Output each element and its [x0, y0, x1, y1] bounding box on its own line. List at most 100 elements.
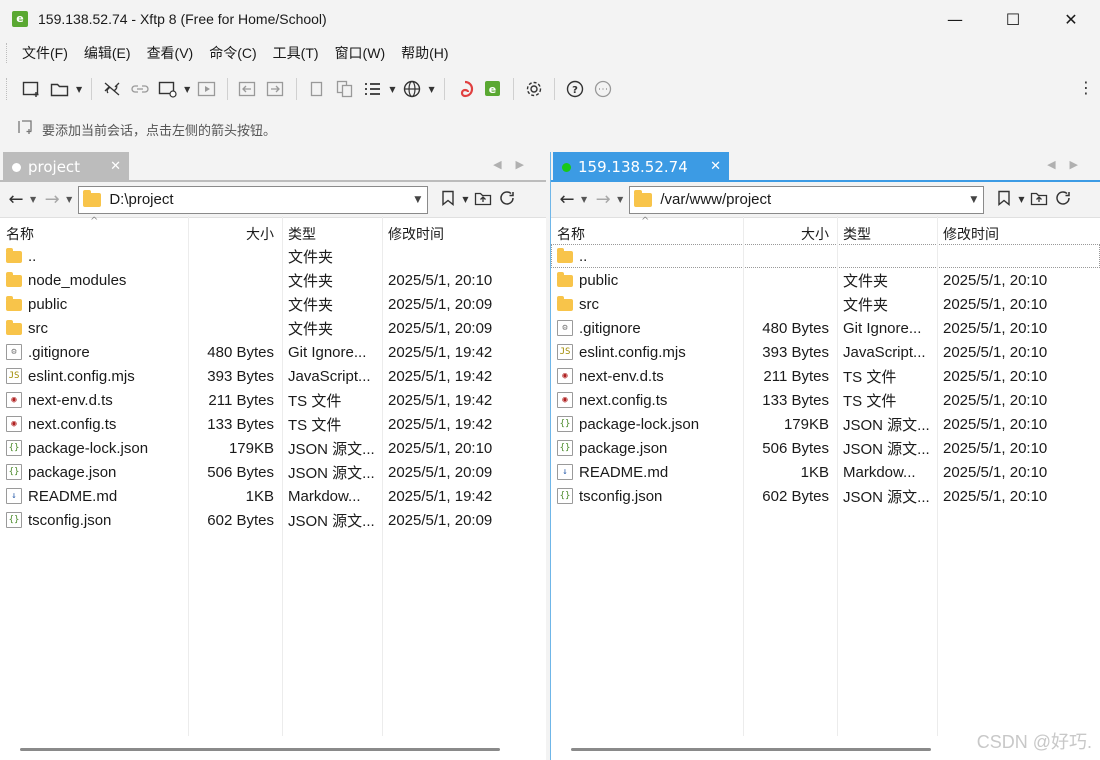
file-row[interactable]: public 文件夹 2025/5/1, 20:09: [0, 292, 546, 316]
chevron-down-icon[interactable]: ▼: [1018, 195, 1024, 204]
file-row[interactable]: ◉ next-env.d.ts 211 Bytes TS 文件 2025/5/1, 20…: [551, 364, 1100, 388]
help-icon[interactable]: ?: [564, 76, 586, 102]
menu-view[interactable]: 查看(V): [139, 43, 202, 63]
menu-command[interactable]: 命令(C): [201, 43, 264, 63]
remote-horizontal-scrollbar[interactable]: [571, 746, 931, 752]
parent-folder-icon[interactable]: [1027, 190, 1051, 210]
play-icon[interactable]: [196, 76, 218, 102]
screen-icon[interactable]: [157, 76, 179, 102]
file-size: [188, 292, 282, 316]
reconnect-icon[interactable]: [129, 76, 151, 102]
back-icon[interactable]: ←: [557, 189, 577, 210]
file-row[interactable]: JS eslint.config.mjs 393 Bytes JavaScript..…: [551, 340, 1100, 364]
more-options-icon[interactable]: ⋮: [1078, 78, 1094, 97]
column-modified[interactable]: 修改时间: [382, 224, 542, 244]
file-row[interactable]: ◉ next.config.ts 133 Bytes TS 文件 2025/5/1, 1…: [0, 412, 546, 436]
forward-icon[interactable]: →: [593, 189, 613, 210]
local-horizontal-scrollbar[interactable]: [20, 746, 500, 752]
column-name[interactable]: 名称: [551, 224, 743, 244]
file-row[interactable]: {} tsconfig.json 602 Bytes JSON 源文... 2025/5…: [0, 508, 546, 532]
chevron-down-icon[interactable]: ▼: [389, 85, 395, 94]
file-row[interactable]: ⚙ .gitignore 480 Bytes Git Ignore... 2025/5/…: [551, 316, 1100, 340]
chevron-down-icon[interactable]: ▼: [184, 85, 190, 94]
menu-window[interactable]: 窗口(W): [327, 43, 394, 63]
gear-icon[interactable]: [523, 76, 545, 102]
refresh-icon[interactable]: [495, 190, 519, 210]
chat-icon[interactable]: [592, 76, 614, 102]
paste-icon[interactable]: [334, 76, 356, 102]
file-row[interactable]: .. 文件夹: [0, 244, 546, 268]
file-type: JavaScript...: [843, 343, 926, 361]
file-row[interactable]: JS eslint.config.mjs 393 Bytes JavaScript..…: [0, 364, 546, 388]
scrollbar-thumb[interactable]: [571, 748, 931, 751]
globe-icon[interactable]: [401, 76, 423, 102]
file-row[interactable]: ↓ README.md 1KB Markdow... 2025/5/1, 20:10: [551, 460, 1100, 484]
file-row[interactable]: ⚙ .gitignore 480 Bytes Git Ignore... 2025/5/…: [0, 340, 546, 364]
column-type[interactable]: 类型: [837, 224, 937, 244]
file-row[interactable]: {} package-lock.json 179KB JSON 源文... 2025/5…: [551, 412, 1100, 436]
column-type[interactable]: 类型: [282, 224, 382, 244]
file-row[interactable]: ◉ next.config.ts 133 Bytes TS 文件 2025/5/1, 2…: [551, 388, 1100, 412]
forward-icon[interactable]: →: [42, 189, 62, 210]
file-row[interactable]: src 文件夹 2025/5/1, 20:10: [551, 292, 1100, 316]
menu-tools[interactable]: 工具(T): [265, 43, 327, 63]
transfer-left-icon[interactable]: [237, 76, 259, 102]
file-row[interactable]: {} package.json 506 Bytes JSON 源文... 2025/5/…: [0, 460, 546, 484]
local-file-list[interactable]: 名称 大小 类型 修改时间 ^ .. 文件夹 node_modules 文件夹 2025…: [0, 216, 546, 532]
column-size[interactable]: 大小: [743, 224, 837, 244]
file-row[interactable]: public 文件夹 2025/5/1, 20:10: [551, 268, 1100, 292]
menu-file[interactable]: 文件(F): [14, 43, 76, 63]
transfer-right-icon[interactable]: [265, 76, 287, 102]
column-modified[interactable]: 修改时间: [937, 224, 1097, 244]
open-session-icon[interactable]: [49, 76, 71, 102]
list-view-icon[interactable]: [362, 76, 384, 102]
parent-folder-icon[interactable]: [471, 190, 495, 210]
file-row[interactable]: src 文件夹 2025/5/1, 20:09: [0, 316, 546, 340]
file-row[interactable]: node_modules 文件夹 2025/5/1, 20:10: [0, 268, 546, 292]
chevron-down-icon[interactable]: ▼: [66, 195, 72, 204]
tab-scroll-arrows[interactable]: ◀▶: [493, 158, 538, 171]
menu-grip[interactable]: [6, 43, 8, 63]
file-row[interactable]: ..: [551, 244, 1100, 268]
minimize-button[interactable]: —: [926, 0, 984, 38]
tab-project[interactable]: project ✕: [3, 152, 129, 182]
remote-file-list[interactable]: 名称 大小 类型 修改时间 ^ .. public 文件夹 2025/5/1, 20:…: [551, 216, 1100, 508]
file-row[interactable]: ↓ README.md 1KB Markdow... 2025/5/1, 19:42: [0, 484, 546, 508]
xftp-icon[interactable]: e: [482, 76, 504, 102]
file-row[interactable]: {} tsconfig.json 602 Bytes JSON 源文... 2025/5…: [551, 484, 1100, 508]
column-size[interactable]: 大小: [188, 224, 282, 244]
disconnect-icon[interactable]: [101, 76, 123, 102]
chevron-down-icon[interactable]: ▼: [581, 195, 587, 204]
path-input[interactable]: /var/www/project ▼: [629, 185, 985, 214]
copy-icon[interactable]: [306, 76, 328, 102]
chevron-down-icon[interactable]: ▼: [428, 85, 434, 94]
scrollbar-thumb[interactable]: [20, 748, 500, 751]
chevron-down-icon[interactable]: ▼: [414, 195, 421, 205]
file-row[interactable]: {} package.json 506 Bytes JSON 源文... 2025/5/…: [551, 436, 1100, 460]
column-name[interactable]: 名称: [0, 224, 188, 244]
chevron-down-icon[interactable]: ▼: [30, 195, 36, 204]
close-button[interactable]: ✕: [1042, 0, 1100, 38]
back-icon[interactable]: ←: [6, 189, 26, 210]
add-session-icon[interactable]: [16, 118, 36, 140]
tab-scroll-arrows[interactable]: ◀▶: [1047, 158, 1092, 171]
chevron-down-icon[interactable]: ▼: [462, 195, 468, 204]
chevron-down-icon[interactable]: ▼: [617, 195, 623, 204]
file-row[interactable]: {} package-lock.json 179KB JSON 源文... 2025/5…: [0, 436, 546, 460]
menu-help[interactable]: 帮助(H): [393, 43, 456, 63]
maximize-button[interactable]: ☐: [984, 0, 1042, 38]
refresh-icon[interactable]: [1051, 190, 1075, 210]
bookmark-icon[interactable]: [992, 190, 1016, 210]
chevron-down-icon[interactable]: ▼: [970, 195, 977, 205]
path-input[interactable]: D:\project ▼: [78, 185, 429, 214]
toolbar-grip[interactable]: [6, 78, 8, 100]
chevron-down-icon[interactable]: ▼: [76, 85, 82, 94]
bookmark-icon[interactable]: [436, 190, 460, 210]
new-session-icon[interactable]: [21, 76, 43, 102]
file-row[interactable]: ◉ next-env.d.ts 211 Bytes TS 文件 2025/5/1, 19…: [0, 388, 546, 412]
tab-remote-host[interactable]: 159.138.52.74 ✕: [553, 152, 729, 182]
xshell-icon[interactable]: [454, 76, 476, 102]
close-icon[interactable]: ✕: [710, 159, 721, 174]
menu-edit[interactable]: 编辑(E): [76, 43, 139, 63]
close-icon[interactable]: ✕: [110, 159, 121, 174]
